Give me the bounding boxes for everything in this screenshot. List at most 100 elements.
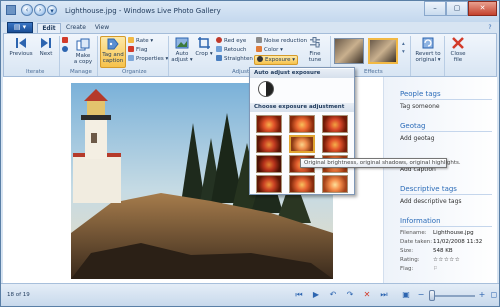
tab-edit[interactable]: Edit	[37, 23, 61, 33]
exposure-option-thumbnail[interactable]	[256, 135, 282, 153]
zoom-slider-thumb[interactable]	[429, 290, 435, 301]
minimize-button[interactable]: –	[424, 1, 446, 16]
delete-icon[interactable]	[62, 37, 70, 45]
properties-button[interactable]: Properties ▾	[128, 55, 168, 63]
forward-icon[interactable]: ›	[34, 4, 46, 16]
auto-adjust-label-2: adjust	[171, 57, 189, 63]
choose-exposure-header: Choose exposure adjustment	[250, 103, 354, 112]
color-icon	[256, 46, 262, 52]
exposure-option-thumbnail[interactable]	[289, 175, 315, 193]
quick-access-icon[interactable]: ▾	[47, 5, 57, 15]
add-geotag-link[interactable]: Add geotag	[400, 135, 435, 142]
rate-label: Rate	[136, 38, 149, 44]
make-copy-label-2: a copy	[73, 59, 93, 65]
flag-icon[interactable]: ⚐	[433, 266, 438, 272]
add-descriptive-tags-link[interactable]: Add descriptive tags	[400, 198, 462, 205]
rating-stars[interactable]: ☆☆☆☆☆	[433, 257, 460, 263]
exposure-option-thumbnail[interactable]	[322, 135, 348, 153]
next-button[interactable]: Next	[36, 36, 56, 57]
group-label-iterate: Iterate	[26, 69, 45, 75]
maximize-button[interactable]: ▢	[446, 1, 468, 16]
rotate-right-icon[interactable]: ↷	[345, 290, 355, 300]
retouch-icon	[216, 46, 222, 52]
slideshow-icon[interactable]: ▣	[401, 290, 411, 300]
effect-thumbnail[interactable]	[334, 38, 364, 64]
star-icon	[128, 37, 134, 43]
flag-button[interactable]: Flag	[128, 46, 148, 54]
status-bar: 18 of 19 ⏮ ▶ ↶ ↷ ✕ ⏭ ▣ − + ◻	[1, 283, 499, 306]
zoom-in-icon[interactable]: +	[477, 290, 487, 300]
divider	[400, 194, 492, 195]
fine-tune-label-2: tune	[308, 57, 322, 63]
ribbon-tabs: ▤ ▾ Edit Create View ?	[1, 22, 499, 33]
info-label: Size:	[400, 248, 414, 254]
exposure-button[interactable]: Exposure ▾	[254, 55, 298, 65]
previous-button[interactable]: Previous	[8, 36, 34, 57]
previous-photo-icon[interactable]: ⏮	[294, 290, 304, 300]
photo-count: 18 of 19	[7, 292, 30, 298]
back-icon[interactable]: ‹	[21, 4, 33, 16]
exposure-option-thumbnail[interactable]	[256, 115, 282, 133]
exposure-option-thumbnail[interactable]	[289, 135, 315, 153]
previous-icon	[16, 38, 26, 48]
zoom-out-icon[interactable]: −	[416, 290, 426, 300]
close-window-button[interactable]: ✕	[468, 1, 497, 16]
zoom-slider-track[interactable]	[431, 295, 475, 297]
help-icon[interactable]: ?	[485, 23, 495, 33]
exposure-tooltip: Original brightness, original shadows, o…	[300, 158, 461, 168]
play-slideshow-icon[interactable]: ▶	[311, 290, 321, 300]
app-icon	[6, 5, 16, 15]
info-rating: Rating: ☆☆☆☆☆	[400, 257, 460, 263]
divider	[400, 131, 492, 132]
exposure-option-thumbnail[interactable]	[322, 175, 348, 193]
tag-someone-link[interactable]: Tag someone	[400, 103, 440, 110]
exposure-icon	[257, 56, 263, 62]
auto-adjust-button[interactable]: Auto adjust ▾	[171, 36, 193, 63]
red-eye-label: Red eye	[224, 38, 247, 44]
revert-to-original-button[interactable]: Revert to original ▾	[414, 36, 442, 63]
tab-create[interactable]: Create	[63, 23, 89, 33]
effect-thumbnail[interactable]	[368, 38, 398, 64]
delete-icon[interactable]: ✕	[362, 290, 372, 300]
rotate-icon[interactable]	[62, 46, 70, 54]
make-copy-button[interactable]: Make a copy	[72, 38, 94, 65]
retouch-button[interactable]: Retouch	[216, 46, 246, 54]
effects-scroll-icon[interactable]: ▴ ▾	[402, 40, 405, 56]
exposure-option-thumbnail[interactable]	[322, 115, 348, 133]
fine-tune-icon	[310, 37, 320, 48]
next-icon	[41, 38, 51, 48]
ribbon-separator	[168, 36, 169, 76]
exposure-option-thumbnail[interactable]	[256, 175, 282, 193]
crop-icon	[198, 37, 210, 49]
next-photo-icon[interactable]: ⏭	[379, 290, 389, 300]
properties-label: Properties	[136, 56, 164, 62]
info-pane: People tags Tag someone Geotag Add geota…	[383, 77, 497, 283]
fine-tune-button[interactable]: Fine tune	[304, 36, 326, 63]
exposure-option-thumbnail[interactable]	[289, 115, 315, 133]
color-button[interactable]: Color ▾	[256, 46, 283, 54]
actual-size-icon[interactable]: ◻	[489, 290, 499, 300]
info-label: Filename:	[400, 230, 427, 236]
exposure-option-thumbnail[interactable]	[256, 155, 282, 173]
close-file-button[interactable]: Close file	[447, 36, 469, 63]
ribbon-separator	[97, 36, 98, 76]
next-label: Next	[39, 51, 53, 57]
auto-adjust-exposure-header: Auto adjust exposure	[250, 69, 354, 78]
rotate-left-icon[interactable]: ↶	[328, 290, 338, 300]
window-title: Lighthouse.jpg - Windows Live Photo Gall…	[65, 7, 221, 15]
info-value: 11/02/2008 11:32	[433, 239, 483, 245]
straighten-button[interactable]: Straighten	[216, 55, 253, 63]
noise-reduction-icon	[256, 37, 262, 43]
crop-button[interactable]: Crop ▾	[195, 36, 213, 57]
ribbon-separator	[59, 36, 60, 76]
info-flag: Flag: ⚐	[400, 266, 438, 272]
red-eye-button[interactable]: Red eye	[216, 37, 246, 45]
auto-exposure-icon[interactable]	[258, 81, 274, 97]
straighten-icon	[216, 55, 222, 61]
rate-button[interactable]: Rate ▾	[128, 37, 153, 45]
noise-reduction-button[interactable]: Noise reduction	[256, 37, 307, 45]
tab-view[interactable]: View	[91, 23, 113, 33]
descriptive-tags-heading: Descriptive tags	[400, 185, 457, 193]
app-menu-button[interactable]: ▤ ▾	[7, 22, 33, 33]
tag-and-caption-button[interactable]: Tag and caption	[100, 36, 126, 68]
